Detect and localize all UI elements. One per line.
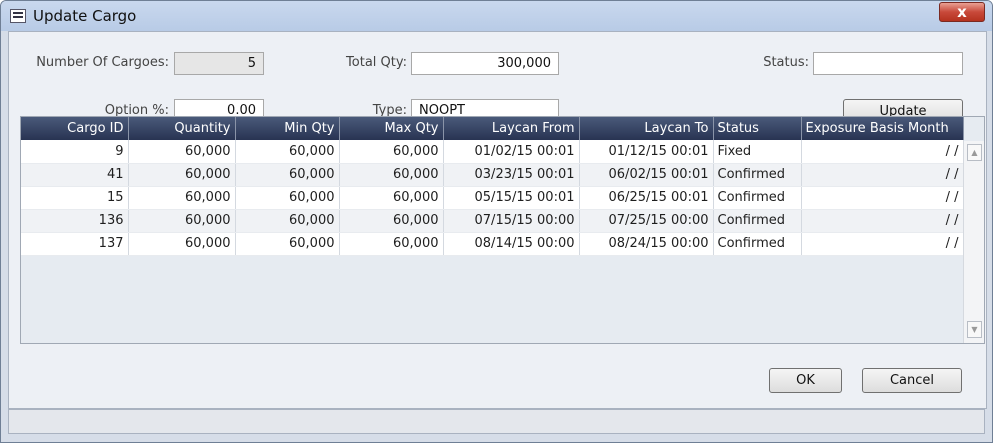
cell-cargo-id[interactable]: 41 bbox=[21, 163, 129, 187]
status-field[interactable] bbox=[813, 52, 963, 75]
column-header-exposure-basis-month[interactable]: Exposure Basis Month bbox=[801, 117, 964, 140]
cell-min-qty[interactable]: 60,000 bbox=[235, 140, 340, 164]
title-bar: Update Cargo x bbox=[1, 1, 992, 31]
column-header-quantity[interactable]: Quantity bbox=[128, 117, 236, 140]
total-qty-label: Total Qty: bbox=[346, 55, 407, 70]
grid-scrollbar[interactable]: ▲ ▼ bbox=[963, 141, 984, 343]
cell-cargo-id[interactable]: 136 bbox=[21, 209, 129, 233]
status-label: Status: bbox=[763, 55, 809, 70]
cell-quantity[interactable]: 60,000 bbox=[128, 232, 236, 256]
cell-status[interactable]: Confirmed bbox=[713, 232, 802, 256]
cell-laycan-from[interactable]: 08/14/15 00:00 bbox=[443, 232, 580, 256]
cell-laycan-to[interactable]: 06/25/15 00:01 bbox=[579, 186, 714, 210]
cell-exposure-basis-month[interactable]: / / bbox=[801, 163, 964, 187]
cell-min-qty[interactable]: 60,000 bbox=[235, 209, 340, 233]
cell-quantity[interactable]: 60,000 bbox=[128, 140, 236, 164]
number-of-cargoes-label: Number Of Cargoes: bbox=[36, 55, 169, 70]
cell-status[interactable]: Confirmed bbox=[713, 163, 802, 187]
cell-min-qty[interactable]: 60,000 bbox=[235, 186, 340, 210]
cargo-table: Cargo ID Quantity Min Qty Max Qty Laycan… bbox=[21, 117, 964, 256]
column-header-min-qty[interactable]: Min Qty bbox=[235, 117, 340, 140]
column-header-status[interactable]: Status bbox=[713, 117, 802, 140]
total-qty-field[interactable]: 300,000 bbox=[411, 52, 559, 75]
table-header-row: Cargo ID Quantity Min Qty Max Qty Laycan… bbox=[21, 117, 964, 140]
table-row[interactable]: 9 60,000 60,000 60,000 01/02/15 00:01 01… bbox=[21, 140, 964, 164]
cell-laycan-from[interactable]: 07/15/15 00:00 bbox=[443, 209, 580, 233]
cell-max-qty[interactable]: 60,000 bbox=[339, 232, 444, 256]
cell-quantity[interactable]: 60,000 bbox=[128, 209, 236, 233]
table-row[interactable]: 137 60,000 60,000 60,000 08/14/15 00:00 … bbox=[21, 232, 964, 256]
cell-max-qty[interactable]: 60,000 bbox=[339, 163, 444, 187]
cell-status[interactable]: Confirmed bbox=[713, 209, 802, 233]
status-bar bbox=[8, 409, 985, 434]
cell-laycan-to[interactable]: 07/25/15 00:00 bbox=[579, 209, 714, 233]
close-button[interactable]: x bbox=[939, 2, 985, 22]
cell-exposure-basis-month[interactable]: / / bbox=[801, 232, 964, 256]
cell-exposure-basis-month[interactable]: / / bbox=[801, 140, 964, 164]
table-row[interactable]: 41 60,000 60,000 60,000 03/23/15 00:01 0… bbox=[21, 163, 964, 187]
scroll-up-arrow-icon[interactable]: ▲ bbox=[967, 144, 982, 161]
cell-laycan-from[interactable]: 03/23/15 00:01 bbox=[443, 163, 580, 187]
column-header-laycan-to[interactable]: Laycan To bbox=[579, 117, 714, 140]
cell-min-qty[interactable]: 60,000 bbox=[235, 232, 340, 256]
cell-status[interactable]: Confirmed bbox=[713, 186, 802, 210]
cell-exposure-basis-month[interactable]: / / bbox=[801, 209, 964, 233]
cargo-grid: Cargo ID Quantity Min Qty Max Qty Laycan… bbox=[20, 116, 985, 344]
cell-laycan-to[interactable]: 01/12/15 00:01 bbox=[579, 140, 714, 164]
ok-button[interactable]: OK bbox=[769, 368, 842, 393]
table-row[interactable]: 136 60,000 60,000 60,000 07/15/15 00:00 … bbox=[21, 209, 964, 233]
cell-cargo-id[interactable]: 15 bbox=[21, 186, 129, 210]
cell-laycan-to[interactable]: 06/02/15 00:01 bbox=[579, 163, 714, 187]
cell-laycan-to[interactable]: 08/24/15 00:00 bbox=[579, 232, 714, 256]
cell-cargo-id[interactable]: 137 bbox=[21, 232, 129, 256]
cell-laycan-from[interactable]: 05/15/15 00:01 bbox=[443, 186, 580, 210]
cell-quantity[interactable]: 60,000 bbox=[128, 186, 236, 210]
update-cargo-dialog: Update Cargo x Number Of Cargoes: 5 Tota… bbox=[0, 0, 993, 443]
window-icon bbox=[10, 9, 26, 23]
column-header-max-qty[interactable]: Max Qty bbox=[339, 117, 444, 140]
cell-max-qty[interactable]: 60,000 bbox=[339, 140, 444, 164]
cell-quantity[interactable]: 60,000 bbox=[128, 163, 236, 187]
column-header-cargo-id[interactable]: Cargo ID bbox=[21, 117, 129, 140]
cell-status[interactable]: Fixed bbox=[713, 140, 802, 164]
cell-laycan-from[interactable]: 01/02/15 00:01 bbox=[443, 140, 580, 164]
cell-max-qty[interactable]: 60,000 bbox=[339, 209, 444, 233]
window-title: Update Cargo bbox=[33, 7, 137, 25]
scroll-down-arrow-icon[interactable]: ▼ bbox=[967, 321, 982, 338]
cell-exposure-basis-month[interactable]: / / bbox=[801, 186, 964, 210]
cell-max-qty[interactable]: 60,000 bbox=[339, 186, 444, 210]
cell-cargo-id[interactable]: 9 bbox=[21, 140, 129, 164]
number-of-cargoes-field: 5 bbox=[174, 52, 264, 75]
cancel-button[interactable]: Cancel bbox=[862, 368, 962, 393]
table-row[interactable]: 15 60,000 60,000 60,000 05/15/15 00:01 0… bbox=[21, 186, 964, 210]
cell-min-qty[interactable]: 60,000 bbox=[235, 163, 340, 187]
column-header-laycan-from[interactable]: Laycan From bbox=[443, 117, 580, 140]
